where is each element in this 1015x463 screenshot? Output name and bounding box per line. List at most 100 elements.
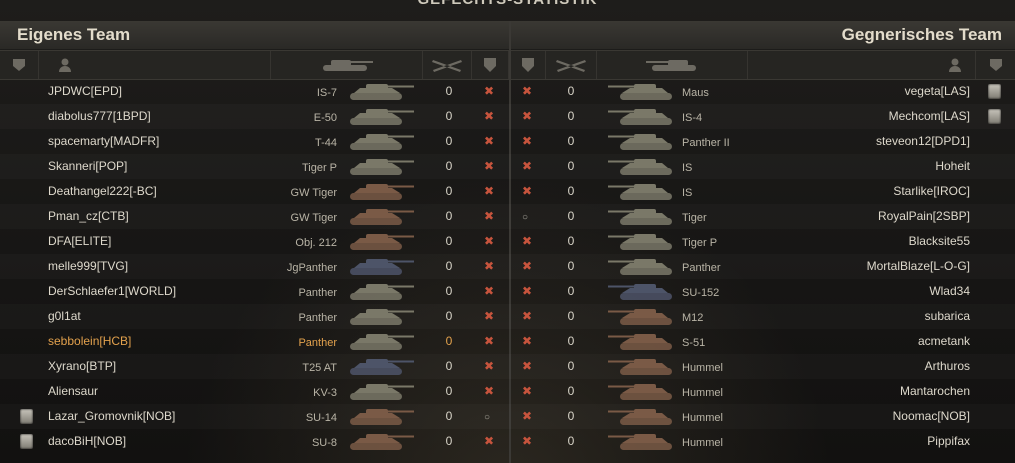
enemy-vehicle-name: Panther — [682, 262, 721, 274]
own-vehicle-icon — [346, 80, 418, 103]
enemy-frags: 0 — [567, 209, 575, 223]
sort-vehicle-column[interactable] — [597, 51, 748, 79]
tank-icon — [608, 359, 672, 375]
enemy-player-name[interactable]: subarica — [925, 304, 970, 329]
enemy-player-name[interactable]: Mechcom[LAS] — [889, 104, 970, 129]
own-player-name[interactable]: DerSchlaefer1[WORLD] — [48, 279, 176, 304]
own-player-name[interactable]: diabolus777[1BPD] — [48, 104, 151, 129]
enemy-vehicle-icon — [604, 255, 676, 278]
sort-status-column[interactable] — [472, 51, 509, 79]
medal-icon — [20, 409, 33, 424]
own-player-name[interactable]: Pman_cz[CTB] — [48, 204, 129, 229]
shield-icon — [522, 58, 534, 72]
own-vehicle-icon — [346, 355, 418, 378]
enemy-player-name[interactable]: steveon12[DPD1] — [876, 129, 970, 154]
tank-icon — [608, 209, 672, 225]
own-vehicle-icon — [346, 305, 418, 328]
destroyed-mark: ✖ — [522, 259, 533, 273]
own-player-name[interactable]: melle999[TVG] — [48, 254, 128, 279]
own-vehicle-icon — [346, 180, 418, 203]
tank-icon — [608, 309, 672, 325]
own-frags: 0 — [445, 134, 453, 148]
enemy-vehicle-icon — [604, 355, 676, 378]
tank-icon — [608, 109, 672, 125]
destroyed-mark: ✖ — [484, 384, 495, 398]
own-vehicle-icon — [346, 330, 418, 353]
tank-icon — [608, 259, 672, 275]
destroyed-mark: ✖ — [484, 134, 495, 148]
sort-status-column[interactable] — [511, 51, 546, 79]
own-vehicle-icon — [346, 430, 418, 453]
destroyed-mark: ✖ — [484, 159, 495, 173]
shield-icon — [484, 58, 496, 72]
enemy-player-name[interactable]: Wlad34 — [929, 279, 970, 304]
enemy-player-name[interactable]: Hoheit — [935, 154, 970, 179]
own-vehicle-status: ✖ — [484, 154, 496, 179]
sort-vehicle-column[interactable] — [272, 51, 423, 79]
enemy-player-name[interactable]: Starlike[IROC] — [893, 179, 970, 204]
player-row: Skanneri[POP] Tiger P 0 ✖ ✖ 0 IS Hoheit — [0, 154, 1015, 179]
enemy-vehicle-name: IS-4 — [682, 112, 703, 124]
enemy-vehicle-status: ✖ — [522, 379, 534, 404]
sort-frags-column[interactable] — [423, 51, 472, 79]
own-vehicle-status: ✖ — [484, 379, 496, 404]
enemy-vehicle-icon — [604, 330, 676, 353]
own-vehicle-status: ✖ — [484, 204, 496, 229]
enemy-player-name[interactable]: MortalBlaze[L-O-G] — [867, 254, 970, 279]
player-row: Pman_cz[CTB] GW Tiger 0 ✖ ○ 0 Tiger RoyalPain[2… — [0, 204, 1015, 229]
enemy-vehicle-status: ✖ — [522, 279, 534, 304]
own-frags: 0 — [445, 259, 453, 273]
own-vehicle-name: T-44 — [314, 137, 337, 149]
enemy-vehicle-icon — [604, 155, 676, 178]
enemy-frags: 0 — [567, 234, 575, 248]
own-vehicle-status: ✖ — [484, 179, 496, 204]
enemy-vehicle-name: Maus — [682, 87, 709, 99]
enemy-frags: 0 — [567, 334, 575, 348]
own-player-name[interactable]: Aliensaur — [48, 379, 98, 404]
sort-player-column[interactable] — [39, 51, 271, 79]
sort-rank-column[interactable] — [977, 51, 1015, 79]
own-player-name[interactable]: Lazar_Gromovnik[NOB] — [48, 404, 175, 429]
player-row: Aliensaur KV-3 0 ✖ ✖ 0 Hummel Mantarochen — [0, 379, 1015, 404]
enemy-player-name[interactable]: vegeta[LAS] — [905, 79, 970, 104]
enemy-vehicle-status: ✖ — [522, 154, 534, 179]
own-vehicle-name: E-50 — [313, 112, 337, 124]
own-player-name[interactable]: Deathangel222[-BC] — [48, 179, 157, 204]
enemy-frags: 0 — [567, 359, 575, 373]
sort-frags-column[interactable] — [546, 51, 597, 79]
enemy-player-name[interactable]: RoyalPain[2SBP] — [878, 204, 970, 229]
own-player-name[interactable]: spacemarty[MADFR] — [48, 129, 159, 154]
own-player-name[interactable]: Xyrano[BTP] — [48, 354, 116, 379]
sort-player-column[interactable] — [748, 51, 976, 79]
destroyed-mark: ✖ — [484, 359, 495, 373]
enemy-player-name[interactable]: Mantarochen — [900, 379, 970, 404]
enemy-vehicle-status: ✖ — [522, 254, 534, 279]
enemy-vehicle-status: ✖ — [522, 329, 534, 354]
tank-icon — [350, 159, 414, 175]
enemy-vehicle-name: IS — [682, 162, 693, 174]
own-team-label: Eigenes Team — [17, 25, 131, 44]
enemy-player-name[interactable]: Pippifax — [927, 429, 970, 454]
tank-icon — [608, 84, 672, 100]
own-frags: 0 — [445, 334, 453, 348]
enemy-vehicle-icon — [604, 430, 676, 453]
own-player-name[interactable]: g0l1at — [48, 304, 81, 329]
own-vehicle-status: ✖ — [484, 304, 496, 329]
own-vehicle-name: IS-7 — [316, 87, 337, 99]
own-player-name[interactable]: DFA[ELITE] — [48, 229, 111, 254]
sort-rank-column[interactable] — [0, 51, 39, 79]
enemy-vehicle-status: ✖ — [522, 229, 534, 254]
own-vehicle-status: ○ — [484, 404, 496, 429]
enemy-player-name[interactable]: Blacksite55 — [909, 229, 970, 254]
enemy-player-name[interactable]: Noomac[NOB] — [893, 404, 970, 429]
enemy-player-name[interactable]: acmetank — [918, 329, 970, 354]
player-row: sebbolein[HCB] Panther 0 ✖ ✖ 0 S-51 acmetank — [0, 329, 1015, 354]
screen-title: GEFECHTS-STATISTIK — [0, 0, 1015, 8]
own-player-name[interactable]: JPDWC[EPD] — [48, 79, 122, 104]
own-player-name[interactable]: dacoBiH[NOB] — [48, 429, 126, 454]
own-player-name[interactable]: Skanneri[POP] — [48, 154, 127, 179]
destroyed-mark: ✖ — [484, 259, 495, 273]
own-player-name[interactable]: sebbolein[HCB] — [48, 329, 131, 354]
tank-icon — [350, 384, 414, 400]
enemy-player-name[interactable]: Arthuros — [925, 354, 970, 379]
